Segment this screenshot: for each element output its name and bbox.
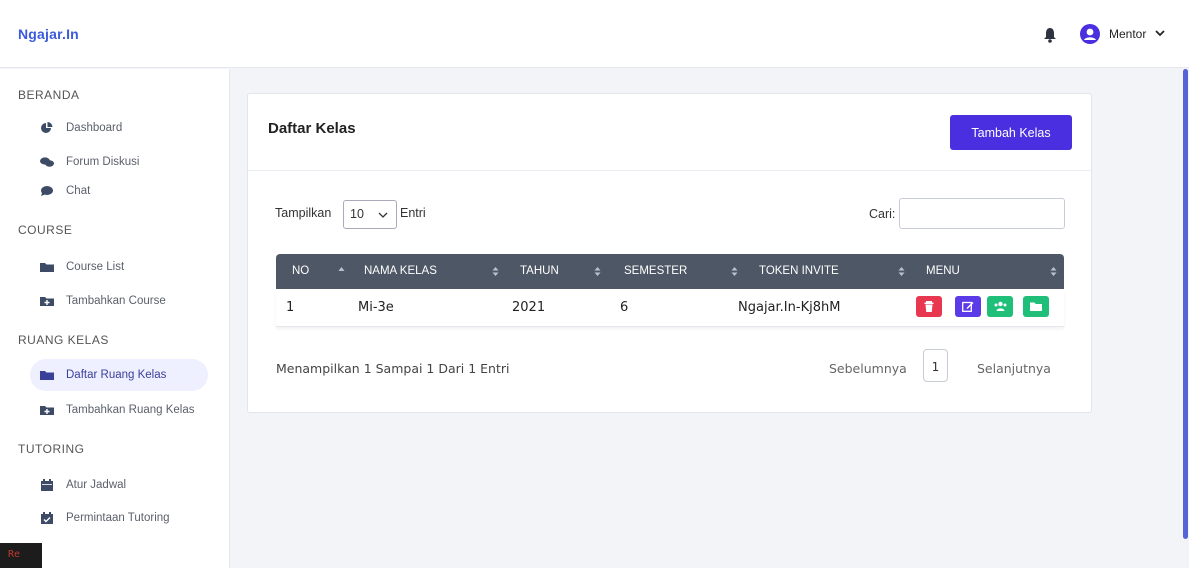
sidebar-item-forum-diskusi[interactable]: Forum Diskusi bbox=[40, 152, 139, 172]
folder-icon bbox=[40, 371, 54, 380]
length-prefix-label: Tampilkan bbox=[275, 206, 332, 220]
pagination-previous-button[interactable]: Sebelumnya bbox=[829, 361, 907, 376]
column-header-menu[interactable]: MENU bbox=[926, 265, 960, 279]
pagination-page-1[interactable]: 1 bbox=[923, 349, 948, 382]
entries-per-page-value: 10 bbox=[350, 207, 364, 221]
delete-class-button[interactable] bbox=[916, 296, 942, 317]
sidebar-item-label: Forum Diskusi bbox=[66, 156, 140, 168]
column-header-no[interactable]: NO bbox=[292, 265, 309, 279]
page-scrollbar-thumb[interactable] bbox=[1183, 69, 1188, 539]
sidebar-item-dashboard[interactable]: Dashboard bbox=[40, 118, 122, 138]
app-badge-label: Re bbox=[8, 549, 21, 560]
open-class-button[interactable] bbox=[1023, 296, 1049, 317]
folder-icon bbox=[1030, 302, 1042, 311]
sidebar-item-label: Dashboard bbox=[66, 122, 123, 134]
bell-icon[interactable] bbox=[1043, 27, 1057, 43]
pagination-next-button[interactable]: Selanjutnya bbox=[977, 361, 1051, 376]
sidebar-item-tambahkan-ruang-kelas[interactable]: Tambahkan Ruang Kelas bbox=[40, 400, 195, 420]
calendar-icon bbox=[41, 479, 53, 491]
length-suffix-label: Entri bbox=[400, 206, 426, 220]
table-header: NO NAMA KELAS TAHUN SEMESTER TOKEN INVIT… bbox=[276, 254, 1064, 289]
chart-pie-icon bbox=[41, 122, 53, 133]
sidebar-item-course-list[interactable]: Course List bbox=[40, 257, 124, 277]
sidebar-section-beranda: BERANDA bbox=[18, 88, 80, 102]
cell-nama-kelas: Mi-3e bbox=[358, 300, 394, 315]
table-info: Menampilkan 1 Sampai 1 Dari 1 Entri bbox=[276, 361, 510, 376]
table-row: 1 Mi-3e 2021 6 Ngajar.In-Kj8hM bbox=[276, 289, 1064, 327]
column-header-nama-kelas[interactable]: NAMA KELAS bbox=[364, 265, 437, 279]
taskbar-app-icon[interactable]: Re bbox=[0, 543, 42, 568]
sidebar-item-tambahkan-course[interactable]: Tambahkan Course bbox=[40, 291, 166, 311]
sort-icon[interactable] bbox=[594, 266, 601, 277]
search-label: Cari: bbox=[869, 207, 896, 221]
sidebar-section-tutoring: TUTORING bbox=[18, 442, 85, 456]
brand-logo[interactable]: Ngajar.In bbox=[18, 26, 79, 42]
user-avatar-icon[interactable] bbox=[1080, 24, 1100, 44]
top-navbar: Ngajar.In Mentor bbox=[0, 0, 1189, 68]
edit-class-button[interactable] bbox=[955, 296, 981, 317]
sidebar-item-label: Permintaan Tutoring bbox=[66, 512, 170, 524]
edit-icon bbox=[962, 301, 974, 312]
column-header-token-invite[interactable]: TOKEN INVITE bbox=[759, 265, 839, 279]
entries-per-page-select[interactable]: 10 bbox=[343, 200, 397, 229]
sidebar-item-daftar-ruang-kelas[interactable]: Daftar Ruang Kelas bbox=[30, 359, 208, 391]
sidebar-item-permintaan-tutoring[interactable]: Permintaan Tutoring bbox=[40, 508, 170, 528]
add-class-button[interactable]: Tambah Kelas bbox=[950, 115, 1072, 150]
calendar-check-icon bbox=[41, 512, 53, 524]
page-title: Daftar Kelas bbox=[268, 120, 356, 137]
comments-icon bbox=[40, 157, 54, 167]
sort-icon[interactable] bbox=[1050, 266, 1057, 277]
sidebar-item-label: Atur Jadwal bbox=[66, 479, 127, 491]
sidebar: BERANDA Dashboard Forum Diskusi Chat COU… bbox=[0, 69, 230, 568]
class-members-button[interactable] bbox=[987, 296, 1013, 317]
cell-token-invite: Ngajar.In-Kj8hM bbox=[738, 300, 841, 315]
sidebar-item-atur-jadwal[interactable]: Atur Jadwal bbox=[40, 475, 126, 495]
sidebar-item-label: Tambahkan Course bbox=[66, 295, 166, 307]
sidebar-item-chat[interactable]: Chat bbox=[40, 181, 90, 201]
sidebar-section-ruang-kelas: RUANG KELAS bbox=[18, 333, 109, 347]
folder-plus-icon bbox=[40, 406, 54, 415]
sort-icon[interactable] bbox=[492, 266, 499, 277]
cell-semester: 6 bbox=[620, 300, 629, 315]
column-header-tahun[interactable]: TAHUN bbox=[520, 265, 559, 279]
users-icon bbox=[994, 301, 1007, 311]
class-list-card: Daftar Kelas Tambah Kelas Tampilkan 10 E… bbox=[247, 93, 1092, 413]
folder-icon bbox=[40, 263, 54, 272]
card-header: Daftar Kelas Tambah Kelas bbox=[248, 94, 1091, 171]
sidebar-item-label: Chat bbox=[66, 185, 91, 197]
chat-bubble-icon bbox=[41, 186, 53, 196]
user-menu-label[interactable]: Mentor bbox=[1109, 27, 1146, 41]
cell-tahun: 2021 bbox=[512, 300, 546, 315]
sort-icon[interactable] bbox=[731, 266, 738, 277]
trash-icon bbox=[924, 301, 934, 312]
cell-no: 1 bbox=[286, 300, 295, 315]
sort-asc-icon[interactable] bbox=[338, 266, 345, 277]
folder-plus-icon bbox=[40, 297, 54, 306]
chevron-down-icon[interactable] bbox=[1155, 29, 1165, 37]
sidebar-item-label: Course List bbox=[66, 261, 125, 273]
column-header-semester[interactable]: SEMESTER bbox=[624, 265, 687, 279]
sidebar-item-label: Daftar Ruang Kelas bbox=[66, 369, 167, 381]
sort-icon[interactable] bbox=[898, 266, 905, 277]
search-input[interactable] bbox=[899, 198, 1065, 229]
chevron-down-icon bbox=[378, 212, 388, 218]
sidebar-section-course: COURSE bbox=[18, 223, 73, 237]
sidebar-item-label: Tambahkan Ruang Kelas bbox=[66, 404, 195, 416]
